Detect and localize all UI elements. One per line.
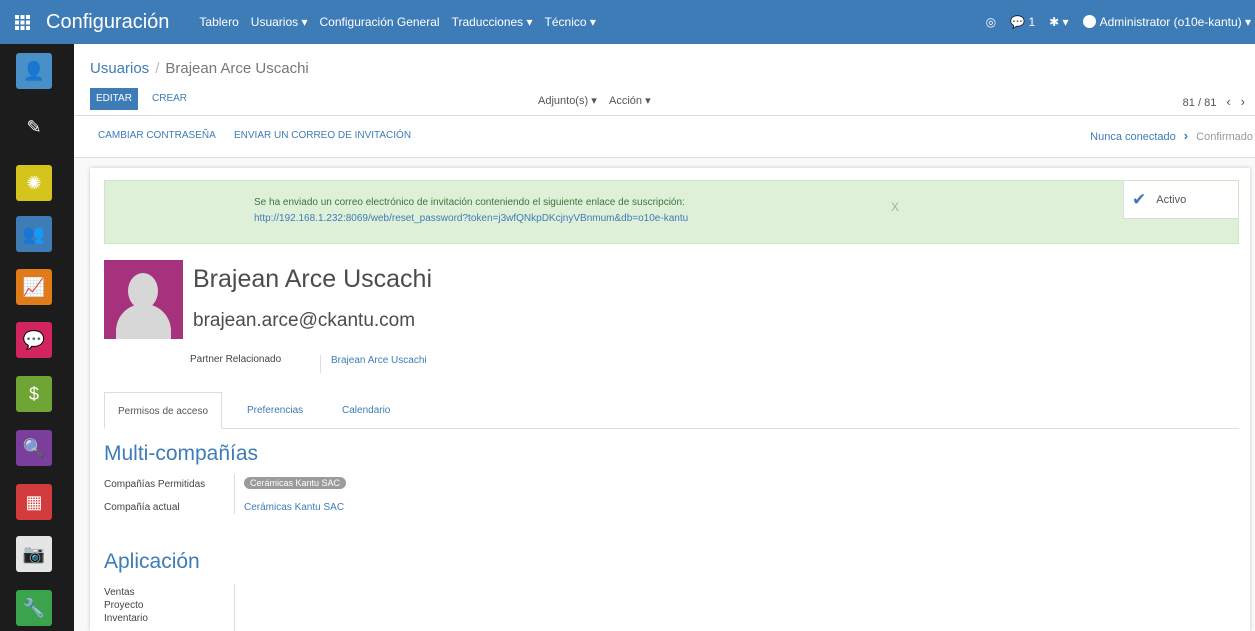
current-company-label: Compañía actual bbox=[104, 502, 180, 513]
menu-tablero[interactable]: Tablero bbox=[199, 15, 238, 29]
field-divider bbox=[234, 584, 235, 631]
top-navbar: Configuración Tablero Usuarios ▾ Configu… bbox=[0, 0, 1255, 44]
pager-prev-icon[interactable]: ‹ bbox=[1226, 94, 1230, 109]
invitation-link[interactable]: http://192.168.1.232:8069/web/reset_pass… bbox=[254, 211, 688, 227]
breadcrumb-current: Brajean Arce Uscachi bbox=[165, 60, 309, 77]
activity-icon[interactable]: ◎ bbox=[986, 15, 996, 29]
partner-label: Partner Relacionado bbox=[190, 354, 282, 365]
chevron-right-icon: › bbox=[1183, 128, 1189, 143]
status-bar: Nunca conectado › Confirmado bbox=[1090, 128, 1253, 143]
bug-icon: ✱ bbox=[1049, 15, 1060, 29]
gear-app-icon[interactable]: ✺ bbox=[16, 165, 52, 201]
active-label: Activo bbox=[1156, 193, 1187, 206]
invitation-alert: Se ha enviado un correo electrónico de i… bbox=[104, 180, 1239, 244]
user-menu-label: Administrator (o10e-kantu) ▾ bbox=[1099, 15, 1251, 29]
multicompany-title: Multi-compañías bbox=[104, 442, 259, 465]
form-tabs: Permisos de acceso Preferencias Calendar… bbox=[104, 392, 1239, 429]
debug-button[interactable]: ✱ ▾ bbox=[1049, 15, 1068, 29]
tab-calendar[interactable]: Calendario bbox=[342, 392, 390, 429]
messages-count: 1 bbox=[1028, 15, 1036, 29]
menu-configuracion-general[interactable]: Configuración General bbox=[320, 15, 440, 29]
menu-traducciones[interactable]: Traducciones ▾ bbox=[452, 15, 533, 29]
edit-button[interactable]: EDITAR bbox=[90, 88, 138, 110]
user-name: Brajean Arce Uscachi bbox=[193, 265, 433, 293]
menu-usuarios[interactable]: Usuarios ▾ bbox=[251, 15, 308, 29]
user-app-icon[interactable]: 👤 bbox=[16, 53, 52, 89]
apps-grid-icon[interactable] bbox=[0, 0, 44, 44]
app-sidebar: 👤 ✎ ✺ 👥 📈 💬 $ 🔍 ▦ 📷 🔧 bbox=[0, 44, 74, 631]
invoicing-app-icon[interactable]: $ bbox=[16, 376, 52, 412]
breadcrumb: Usuarios / Brajean Arce Uscachi bbox=[90, 60, 309, 77]
partner-link[interactable]: Brajean Arce Uscachi bbox=[320, 355, 427, 373]
breadcrumb-separator: / bbox=[155, 60, 160, 77]
app-label-ventas: Ventas bbox=[104, 587, 135, 598]
user-menu[interactable]: Administrator (o10e-kantu) ▾ bbox=[1082, 15, 1251, 29]
user-avatar-icon bbox=[1082, 15, 1096, 28]
apps-grid-svg bbox=[14, 14, 30, 30]
pager-value[interactable]: 81 / 81 bbox=[1183, 97, 1217, 109]
current-company-link[interactable]: Cerámicas Kantu SAC bbox=[244, 502, 344, 513]
application-title: Aplicación bbox=[104, 550, 200, 573]
top-menu: Tablero Usuarios ▾ Configuración General… bbox=[199, 15, 607, 29]
alert-close-button[interactable]: X bbox=[891, 200, 899, 214]
menu-tecnico[interactable]: Técnico ▾ bbox=[545, 15, 596, 29]
search-app-icon[interactable]: 🔍 bbox=[16, 430, 52, 466]
app-title: Configuración bbox=[46, 10, 170, 33]
check-icon: ✔ bbox=[1132, 189, 1147, 209]
tab-access-rights[interactable]: Permisos de acceso bbox=[104, 392, 223, 429]
camera-app-icon[interactable]: 📷 bbox=[16, 536, 52, 572]
form-sheet: Se ha enviado un correo electrónico de i… bbox=[90, 168, 1250, 631]
attachments-dropdown[interactable]: Adjunto(s) ▾ bbox=[538, 94, 597, 107]
control-panel: Usuarios / Brajean Arce Uscachi EDITAR CRE… bbox=[74, 44, 1255, 116]
app-label-inventario: Inventario bbox=[104, 613, 148, 624]
debug-caret: ▾ bbox=[1062, 15, 1069, 29]
state-never-connected[interactable]: Nunca conectado bbox=[1090, 131, 1176, 143]
allowed-companies-label: Compañías Permitidas bbox=[104, 479, 206, 490]
app-label-proyecto: Proyecto bbox=[104, 600, 144, 611]
pager-next-icon[interactable]: › bbox=[1241, 94, 1245, 109]
pager: 81 / 81 ‹ › bbox=[1183, 94, 1245, 109]
allowed-companies-field[interactable]: Cerámicas Kantu SAC bbox=[244, 477, 347, 489]
send-invitation-button[interactable]: ENVIAR UN CORREO DE INVITACIÓN bbox=[234, 130, 411, 141]
alert-text: Se ha enviado un correo electrónico de i… bbox=[254, 195, 688, 227]
form-header: CAMBIAR CONTRASEÑA ENVIAR UN CORREO DE I… bbox=[74, 116, 1255, 158]
action-dropdown[interactable]: Acción ▾ bbox=[609, 94, 651, 107]
create-button[interactable]: CREAR bbox=[146, 88, 193, 110]
contacts-app-icon[interactable]: 👥 bbox=[16, 216, 52, 252]
change-password-button[interactable]: CAMBIAR CONTRASEÑA bbox=[98, 130, 216, 141]
chat-icon: 💬 bbox=[1010, 15, 1026, 29]
notes-app-icon[interactable]: ✎ bbox=[16, 109, 52, 145]
field-divider bbox=[234, 474, 235, 514]
user-avatar[interactable] bbox=[104, 260, 183, 339]
tab-preferences[interactable]: Preferencias bbox=[247, 392, 303, 429]
alert-message: Se ha enviado un correo electrónico de i… bbox=[254, 197, 685, 208]
avatar-body-shape bbox=[116, 304, 171, 339]
user-email: brajean.arce@ckantu.com bbox=[193, 310, 416, 331]
sales-chart-app-icon[interactable]: 📈 bbox=[16, 269, 52, 305]
breadcrumb-parent[interactable]: Usuarios bbox=[90, 60, 149, 77]
settings-wrench-app-icon[interactable]: 🔧 bbox=[16, 590, 52, 626]
discuss-app-icon[interactable]: 💬 bbox=[16, 322, 52, 358]
inventory-app-icon[interactable]: ▦ bbox=[16, 484, 52, 520]
systray: ◎ 💬 1 ✱ ▾ Administrator (o10e-kantu) ▾ bbox=[986, 0, 1255, 44]
state-confirmed[interactable]: Confirmado bbox=[1196, 131, 1253, 143]
active-toggle-button[interactable]: ✔ Activo bbox=[1123, 181, 1238, 219]
messages-button[interactable]: 💬 1 bbox=[1010, 15, 1035, 29]
company-tag: Cerámicas Kantu SAC bbox=[244, 477, 347, 489]
